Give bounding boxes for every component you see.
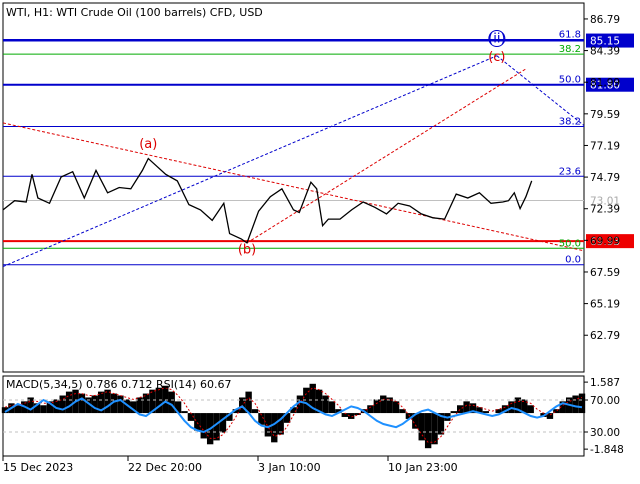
macd-bar — [168, 391, 175, 414]
y-tick-label: 69.99 — [590, 235, 620, 247]
y-tick-label: 72.39 — [590, 204, 620, 216]
fib-level-label: 0.0 — [565, 255, 581, 266]
macd-bar — [104, 389, 111, 414]
x-tick-label: 15 Dec 2023 — [3, 461, 73, 474]
macd-bar — [40, 405, 47, 414]
macd-bar — [424, 413, 432, 449]
fib-level-label: 50.0 — [559, 238, 581, 249]
macd-bar — [194, 413, 201, 431]
macd-bar — [251, 409, 259, 414]
fib-level-label: 38.2 — [559, 44, 581, 55]
y-tick-label: 86.79 — [590, 14, 620, 26]
x-tick-label: 10 Jan 23:00 — [388, 461, 458, 474]
macd-bar — [117, 395, 124, 414]
y-tick-label: 74.79 — [590, 172, 620, 184]
wave-label: (a) — [139, 137, 157, 152]
macd-bar — [373, 399, 381, 414]
macd-bar — [219, 413, 227, 433]
macd-bar — [322, 395, 329, 414]
indicator-tick-label: 1.587 — [590, 377, 620, 389]
y-tick-label: 67.59 — [590, 267, 620, 279]
indicator-tick-label: 70.00 — [590, 395, 620, 407]
fib-level-label: 61.8 — [559, 30, 581, 41]
macd-bar — [271, 413, 278, 443]
x-tick-label: 3 Jan 10:00 — [258, 461, 321, 474]
indicator-tick-label: 30.00 — [590, 427, 620, 439]
macd-bar — [456, 405, 464, 414]
y-tick-label: 65.19 — [590, 299, 620, 311]
chart: 61.8 38.2 50.0 38.2 23.6 50.0 0.0 (a) (b) (c) (ii)… — [0, 0, 640, 480]
wave-label: (c) — [488, 50, 505, 65]
wave-label: (b) — [238, 242, 256, 257]
macd-bar — [264, 413, 272, 437]
macd-bar — [380, 395, 387, 414]
y-tick-label: 77.19 — [590, 140, 620, 152]
y-tick-label: 84.39 — [590, 46, 620, 58]
macd-bar — [527, 405, 534, 414]
indicator-tick-label: -1.848 — [590, 444, 624, 456]
y-tick-label: 79.59 — [590, 109, 620, 121]
macd-bar — [482, 411, 490, 414]
macd-bar — [572, 395, 579, 414]
macd-bar — [418, 413, 425, 441]
chart-title: WTI, H1: WTI Crude Oil (100 barrels) CFD… — [6, 6, 263, 19]
indicator-title: MACD(5,34,5) 0.786 0.712 RSI(14) 60.67 — [6, 378, 231, 391]
chart-svg: 61.838.250.038.223.650.00.0(a)(b)(c)(ii)… — [1, 2, 634, 474]
macd-bar — [450, 411, 457, 414]
macd-bar — [431, 413, 438, 445]
fib-level-label: 50.0 — [559, 75, 581, 86]
fib-level-label: 38.2 — [559, 116, 581, 127]
macd-bar — [200, 413, 207, 439]
macd-bar — [181, 411, 188, 414]
macd-bar — [78, 393, 86, 414]
macd-bar — [578, 393, 586, 414]
y-tick-label: 62.79 — [590, 330, 620, 342]
x-tick-label: 22 Dec 20:00 — [128, 461, 202, 474]
macd-bar — [91, 395, 98, 414]
y-tick-label: 81.99 — [590, 77, 620, 89]
macd-bar — [367, 405, 374, 414]
macd-bar — [328, 401, 336, 414]
fib-level-label: 23.6 — [559, 166, 581, 177]
